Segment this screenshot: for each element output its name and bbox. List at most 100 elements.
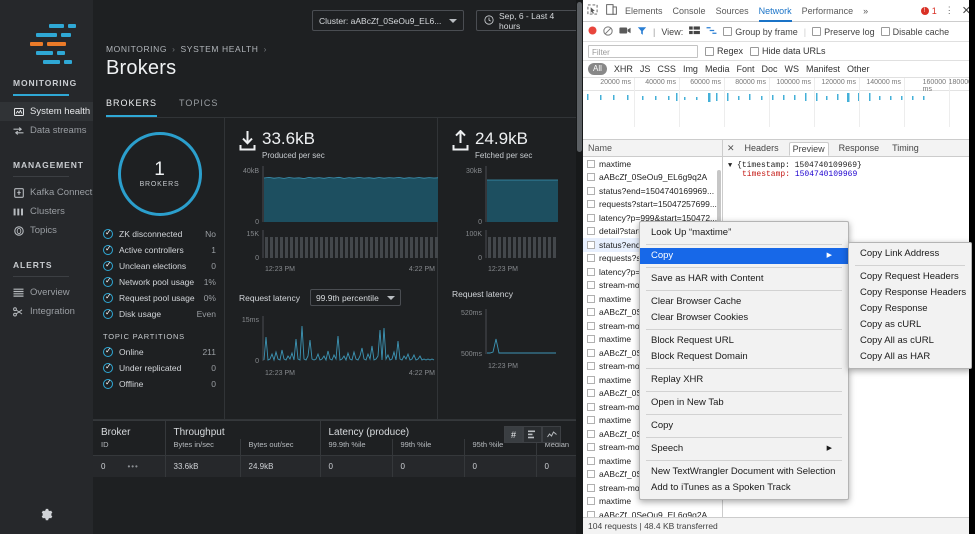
detail-tab-preview[interactable]: Preview — [789, 142, 829, 156]
context-menu-item[interactable]: Block Request Domain — [640, 349, 848, 365]
filter-img[interactable]: Img — [683, 64, 698, 74]
context-menu-item[interactable]: Speech▶ — [640, 441, 848, 457]
context-submenu-item[interactable]: Copy Response — [849, 301, 971, 317]
request-row[interactable]: aABcZf_0SeOu9_EL6g9q2A — [583, 508, 722, 517]
row-menu-icon[interactable]: ••• — [127, 462, 138, 471]
inspect-element-icon[interactable] — [587, 4, 598, 17]
context-menu-item[interactable]: Clear Browser Cache — [640, 294, 848, 310]
context-menu-item[interactable]: Look Up “maxtime” — [640, 225, 848, 241]
network-overview-timeline[interactable]: 20000 ms 40000 ms 60000 ms 80000 ms 1000… — [583, 78, 975, 140]
context-menu-item[interactable]: Copy — [640, 418, 848, 434]
disable-cache-checkbox[interactable]: Disable cache — [881, 27, 950, 37]
request-row[interactable]: maxtime — [583, 157, 722, 171]
clear-icon[interactable] — [603, 26, 613, 38]
request-checkbox[interactable] — [587, 484, 595, 492]
request-checkbox[interactable] — [587, 389, 595, 397]
request-checkbox[interactable] — [587, 349, 595, 357]
capture-screenshots-icon[interactable] — [619, 26, 631, 37]
record-icon[interactable] — [588, 26, 597, 37]
group-by-frame-checkbox[interactable]: Group by frame — [723, 27, 798, 37]
col-p99[interactable]: 99th %ile — [392, 439, 464, 456]
list-view-icon[interactable] — [689, 26, 700, 37]
detail-tab-response[interactable]: Response — [836, 142, 883, 154]
device-toolbar-icon[interactable] — [606, 4, 617, 17]
filter-xhr[interactable]: XHR — [614, 64, 633, 74]
tab-console[interactable]: Console — [673, 0, 706, 22]
filter-manifest[interactable]: Manifest — [806, 64, 840, 74]
filter-css[interactable]: CSS — [657, 64, 676, 74]
partition-row[interactable]: Under replicated0 — [103, 360, 216, 376]
request-checkbox[interactable] — [587, 497, 595, 505]
context-submenu-item[interactable]: Copy as cURL — [849, 317, 971, 333]
kebab-menu-icon[interactable]: ⋮ — [945, 5, 954, 16]
request-checkbox[interactable] — [587, 376, 595, 384]
request-row[interactable]: aABcZf_0SeOu9_EL6g9q2A — [583, 171, 722, 185]
health-check-row[interactable]: Disk usageEven — [103, 306, 216, 322]
close-detail-icon[interactable]: ✕ — [727, 143, 735, 154]
request-row[interactable]: requests?start=15047257699... — [583, 198, 722, 212]
col-bytes-out[interactable]: Bytes out/sec — [240, 439, 320, 456]
sidebar-item-clusters[interactable]: Clusters — [0, 202, 93, 221]
request-checkbox[interactable] — [587, 241, 595, 249]
health-check-row[interactable]: Unclean elections0 — [103, 258, 216, 274]
request-checkbox[interactable] — [587, 187, 595, 195]
hash-icon[interactable]: # — [504, 426, 523, 443]
request-checkbox[interactable] — [587, 227, 595, 235]
request-checkbox[interactable] — [587, 457, 595, 465]
filter-funnel-icon[interactable] — [637, 26, 647, 38]
tab-performance[interactable]: Performance — [802, 0, 854, 22]
tab-network[interactable]: Network — [759, 0, 792, 22]
health-check-row[interactable]: Active controllers1 — [103, 242, 216, 258]
partition-row[interactable]: Offline0 — [103, 376, 216, 392]
collapse-triangle-icon[interactable]: ▼ — [728, 162, 732, 170]
table-row[interactable]: 0••• 33.6kB 24.9kB 0 0 0 0 — [93, 456, 583, 478]
request-checkbox[interactable] — [587, 160, 595, 168]
request-checkbox[interactable] — [587, 281, 595, 289]
preserve-log-checkbox[interactable]: Preserve log — [812, 27, 875, 37]
request-checkbox[interactable] — [587, 295, 595, 303]
request-checkbox[interactable] — [587, 362, 595, 370]
tab-sources[interactable]: Sources — [716, 0, 749, 22]
col-id[interactable]: ID — [93, 439, 165, 456]
detail-tab-headers[interactable]: Headers — [742, 142, 782, 154]
partition-row[interactable]: Online211 — [103, 344, 216, 360]
col-p999[interactable]: 99.9th %ile — [320, 439, 392, 456]
preview-root-row[interactable]: ▼ {timestamp: 1504740109969} — [728, 161, 975, 170]
health-check-row[interactable]: Request pool usage0% — [103, 290, 216, 306]
date-range-picker[interactable]: Sep, 6 - Last 4 hours — [476, 10, 583, 31]
request-checkbox[interactable] — [587, 416, 595, 424]
error-badge[interactable]: ! 1 — [921, 6, 937, 16]
cluster-selector[interactable]: Cluster: aABcZf_0SeOu9_EL6... — [312, 10, 464, 31]
percentile-selector[interactable]: 99.9th percentile — [310, 289, 401, 306]
filter-doc[interactable]: Doc — [761, 64, 777, 74]
filter-js[interactable]: JS — [640, 64, 651, 74]
context-menu-item[interactable]: Add to iTunes as a Spoken Track — [640, 480, 848, 496]
context-submenu-item[interactable]: Copy Response Headers — [849, 285, 971, 301]
request-checkbox[interactable] — [587, 470, 595, 478]
context-menu-item[interactable]: Block Request URL — [640, 333, 848, 349]
request-checkbox[interactable] — [587, 173, 595, 181]
request-row[interactable]: status?end=1504740169969... — [583, 184, 722, 198]
context-menu-item[interactable]: Clear Browser Cookies — [640, 310, 848, 326]
bar-icon[interactable] — [523, 426, 542, 443]
context-submenu-item[interactable]: Copy Link Address — [849, 246, 971, 262]
health-check-row[interactable]: ZK disconnectedNo — [103, 226, 216, 242]
filter-input[interactable]: Filter — [588, 45, 698, 58]
tab-topics[interactable]: TOPICS — [179, 98, 218, 117]
context-menu-item[interactable]: New TextWrangler Document with Selection — [640, 464, 848, 480]
waterfall-view-icon[interactable] — [706, 26, 717, 37]
filter-media[interactable]: Media — [705, 64, 730, 74]
app-scrollbar[interactable] — [576, 0, 583, 534]
context-menu-item[interactable]: Open in New Tab — [640, 395, 848, 411]
hide-data-urls-checkbox[interactable]: Hide data URLs — [750, 46, 826, 56]
health-check-row[interactable]: Network pool usage1% — [103, 274, 216, 290]
request-checkbox[interactable] — [587, 403, 595, 411]
request-checkbox[interactable] — [587, 335, 595, 343]
sidebar-item-topics[interactable]: Topics — [0, 221, 93, 240]
sidebar-item-overview[interactable]: Overview — [0, 283, 93, 302]
sidebar-item-data-streams[interactable]: Data streams — [0, 121, 93, 140]
context-submenu-item[interactable]: Copy All as cURL — [849, 333, 971, 349]
request-list-header[interactable]: Name — [583, 140, 722, 157]
breadcrumb-item-system-health[interactable]: SYSTEM HEALTH — [181, 44, 259, 54]
filter-ws[interactable]: WS — [785, 64, 800, 74]
